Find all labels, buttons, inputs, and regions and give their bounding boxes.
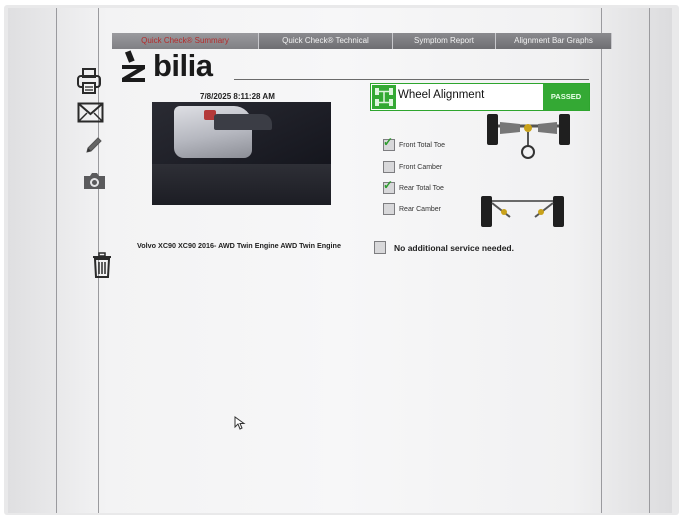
wheel-alignment-panel: Wheel Alignment PASSED: [370, 83, 590, 111]
checkbox[interactable]: [374, 241, 386, 254]
left-divider: [56, 8, 57, 513]
pencil-icon[interactable]: [84, 135, 104, 155]
tab-symptom-report[interactable]: Symptom Report: [393, 33, 496, 49]
brand-logo: bilia: [118, 48, 213, 84]
check-label: Rear Camber: [399, 205, 442, 213]
check-label: Rear Total Toe: [399, 184, 444, 192]
printer-icon[interactable]: [76, 67, 102, 95]
status-badge: PASSED: [543, 84, 589, 110]
header-rule: [234, 79, 589, 80]
check-rear-camber[interactable]: Rear Camber: [383, 203, 441, 215]
bilia-logo-icon: [122, 50, 145, 82]
wheel-alignment-title: Wheel Alignment: [398, 89, 485, 101]
check-front-camber[interactable]: Front Camber: [383, 161, 442, 173]
tab-quick-check-technical[interactable]: Quick Check® Technical: [259, 33, 393, 49]
mail-icon[interactable]: [77, 102, 104, 123]
checkbox[interactable]: ✓: [383, 136, 395, 151]
tab-quick-check-summary[interactable]: Quick Check® Summary: [112, 33, 259, 49]
trash-icon[interactable]: [91, 252, 113, 279]
tab-bar: Quick Check® Summary Quick Check® Techni…: [112, 33, 612, 49]
check-label: Front Camber: [399, 163, 443, 171]
vehicle-description: Volvo XC90 XC90 2016- AWD Twin Engine AW…: [137, 241, 341, 250]
front-axle-diagram-icon: [487, 114, 570, 159]
right-edge-divider: [649, 8, 650, 513]
checkbox[interactable]: [383, 161, 395, 173]
alignment-icon: [372, 85, 396, 109]
camera-icon[interactable]: [82, 171, 107, 191]
check-front-total-toe[interactable]: ✓ Front Total Toe: [383, 136, 446, 151]
tab-alignment-bar-graphs[interactable]: Alignment Bar Graphs: [496, 33, 612, 49]
mouse-cursor-icon: [234, 416, 246, 430]
logo-text: bilia: [153, 48, 213, 83]
car-window: [214, 114, 272, 130]
checkbox[interactable]: [383, 203, 395, 215]
photo-floor: [152, 164, 331, 205]
right-divider: [601, 8, 602, 513]
check-rear-total-toe[interactable]: ✓ Rear Total Toe: [383, 179, 444, 194]
rear-axle-diagram-icon: [481, 196, 564, 227]
vehicle-photo[interactable]: [152, 102, 331, 205]
service-text: No additional service needed.: [394, 242, 514, 253]
additional-service[interactable]: No additional service needed.: [374, 241, 514, 254]
photo-timestamp: 7/8/2025 8:11:28 AM: [200, 92, 275, 101]
checkbox[interactable]: ✓: [383, 179, 395, 194]
check-label: Front Total Toe: [399, 141, 446, 149]
